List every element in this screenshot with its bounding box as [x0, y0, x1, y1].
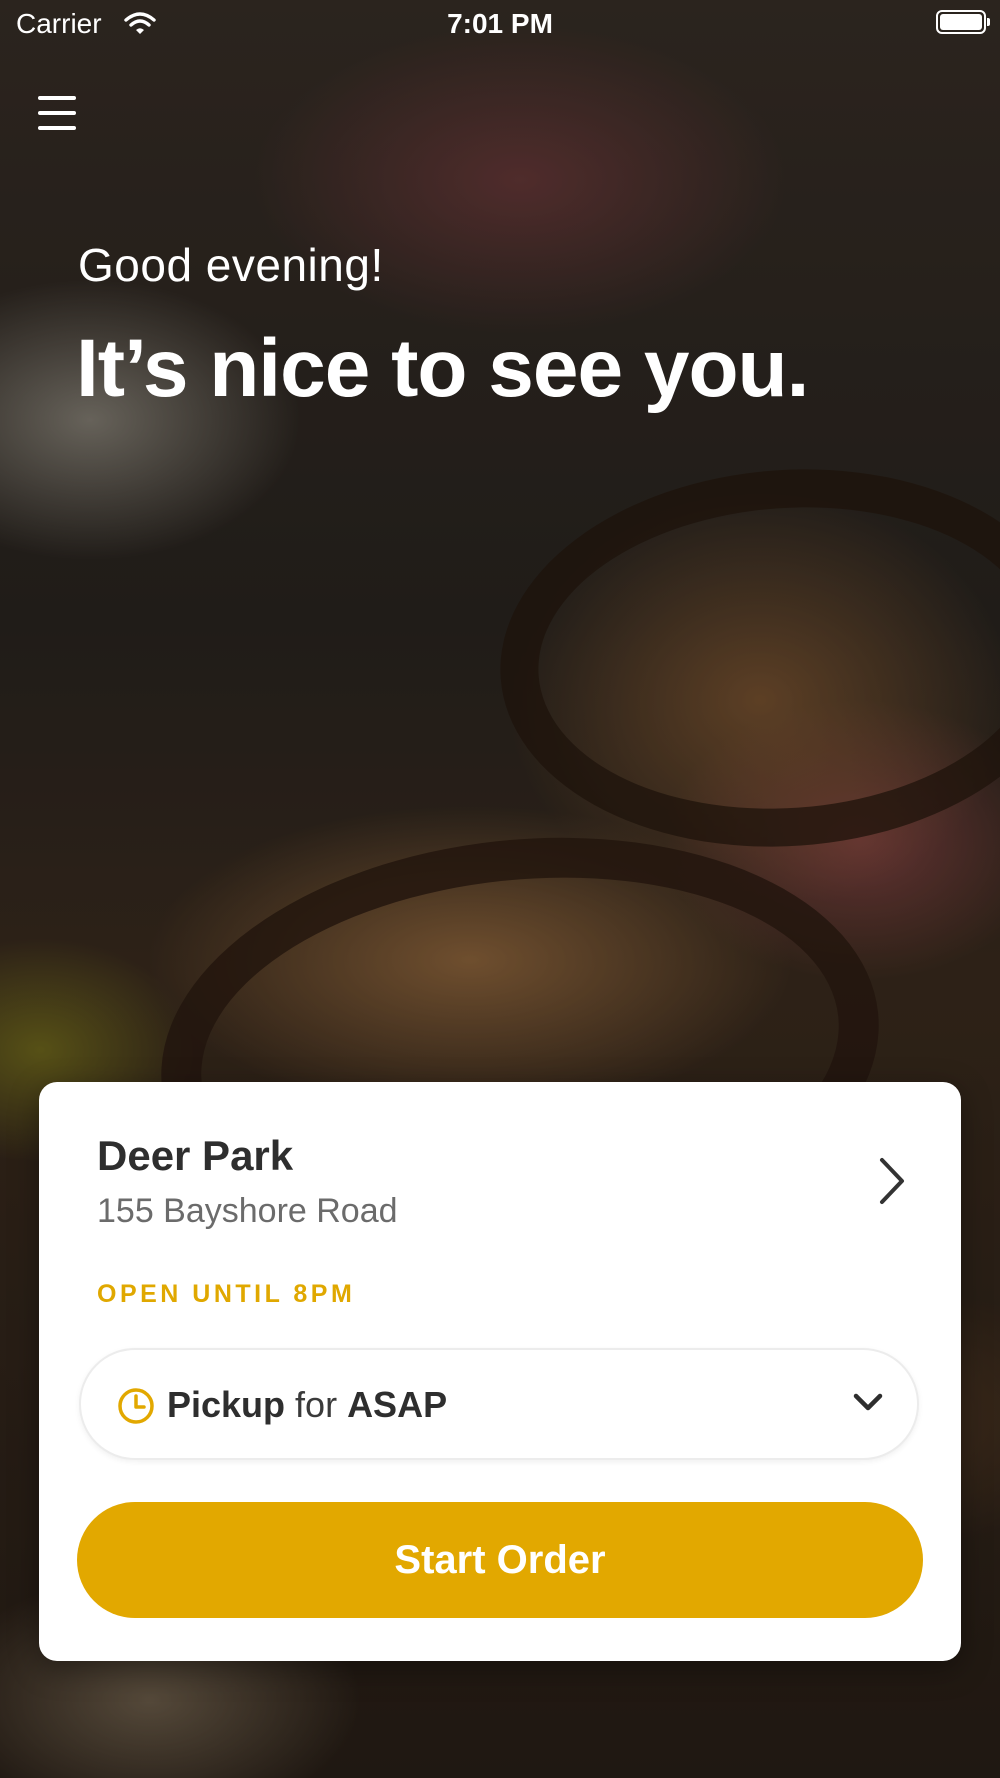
greeting-text: Good evening!	[78, 239, 384, 291]
status-bar: Carrier 7:01 PM	[0, 0, 1000, 50]
headline-text: It’s nice to see you.	[76, 323, 809, 414]
order-mode: Pickup	[167, 1384, 286, 1425]
order-time: ASAP	[347, 1384, 448, 1425]
menu-icon	[38, 126, 76, 130]
battery-icon	[936, 10, 990, 34]
order-type-label: Pickup for ASAP	[167, 1384, 447, 1426]
store-name: Deer Park	[97, 1132, 294, 1179]
chevron-down-icon	[853, 1392, 883, 1419]
clock-icon	[117, 1387, 155, 1430]
chevron-right-icon	[877, 1156, 907, 1211]
menu-icon	[38, 96, 76, 100]
order-connector: for	[295, 1384, 338, 1425]
start-order-button[interactable]: Start Order	[77, 1502, 923, 1618]
menu-button[interactable]	[30, 86, 86, 142]
clock-time: 7:01 PM	[447, 8, 553, 39]
location-card: Deer Park 155 Bayshore Road OPEN UNTIL 8…	[39, 1082, 961, 1661]
open-hours-badge: OPEN UNTIL 8PM	[97, 1280, 356, 1308]
menu-icon	[38, 111, 76, 115]
order-type-dropdown[interactable]: Pickup for ASAP	[79, 1348, 919, 1460]
location-selector[interactable]: Deer Park 155 Bayshore Road	[97, 1132, 907, 1242]
battery-level	[940, 14, 982, 30]
store-address: 155 Bayshore Road	[97, 1192, 398, 1230]
